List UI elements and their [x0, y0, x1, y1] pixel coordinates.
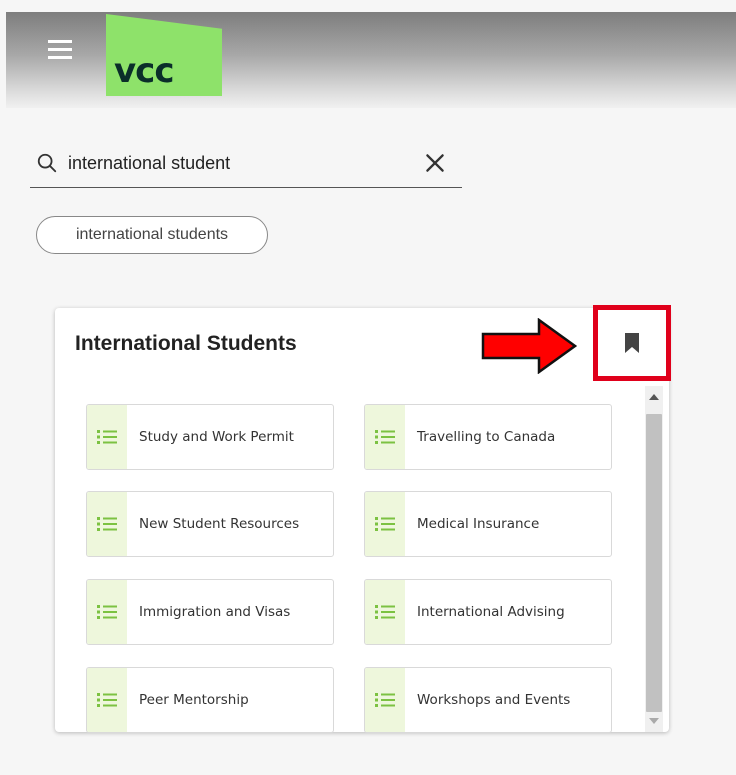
shortcut-tile[interactable]: New Student Resources [86, 491, 334, 557]
shortcut-tile[interactable]: Travelling to Canada [364, 404, 612, 470]
card-title: International Students [75, 332, 297, 355]
bookmark-button[interactable] [593, 305, 671, 381]
list-icon [87, 405, 127, 469]
search-icon [37, 153, 57, 173]
tile-label: Workshops and Events [417, 692, 571, 708]
card-scrollbar[interactable] [645, 386, 663, 732]
bookmark-icon [625, 333, 639, 353]
tile-label: Travelling to Canada [417, 429, 556, 445]
results-card: International Students Study and Work Pe… [55, 305, 671, 733]
shortcut-tile[interactable]: Medical Insurance [364, 491, 612, 557]
search-input[interactable] [68, 148, 408, 178]
tile-label: International Advising [417, 604, 565, 620]
shortcut-tile[interactable]: Immigration and Visas [86, 579, 334, 645]
shortcut-tile[interactable]: Workshops and Events [364, 667, 612, 733]
tile-label: Medical Insurance [417, 516, 540, 532]
scroll-down-arrow[interactable] [649, 718, 659, 724]
tile-label: Peer Mentorship [139, 692, 249, 708]
shortcut-tile[interactable]: International Advising [364, 579, 612, 645]
search-bar [30, 140, 462, 188]
tile-label: New Student Resources [139, 516, 300, 532]
list-icon [365, 580, 405, 644]
suggestion-chip[interactable]: international students [36, 216, 268, 254]
list-icon [87, 668, 127, 732]
tile-label: Immigration and Visas [139, 604, 291, 620]
scroll-up-arrow[interactable] [649, 394, 659, 400]
red-arrow-icon [481, 318, 577, 374]
shortcut-tile[interactable]: Study and Work Permit [86, 404, 334, 470]
list-icon [365, 668, 405, 732]
list-icon [365, 492, 405, 556]
list-icon [87, 580, 127, 644]
scroll-thumb[interactable] [646, 414, 662, 712]
hamburger-menu-icon[interactable] [48, 40, 72, 62]
logo-text: vcc [114, 51, 174, 91]
shortcut-tile[interactable]: Peer Mentorship [86, 667, 334, 733]
list-icon [365, 405, 405, 469]
list-icon [87, 492, 127, 556]
close-icon[interactable] [422, 150, 448, 176]
tile-label: Study and Work Permit [139, 429, 294, 445]
